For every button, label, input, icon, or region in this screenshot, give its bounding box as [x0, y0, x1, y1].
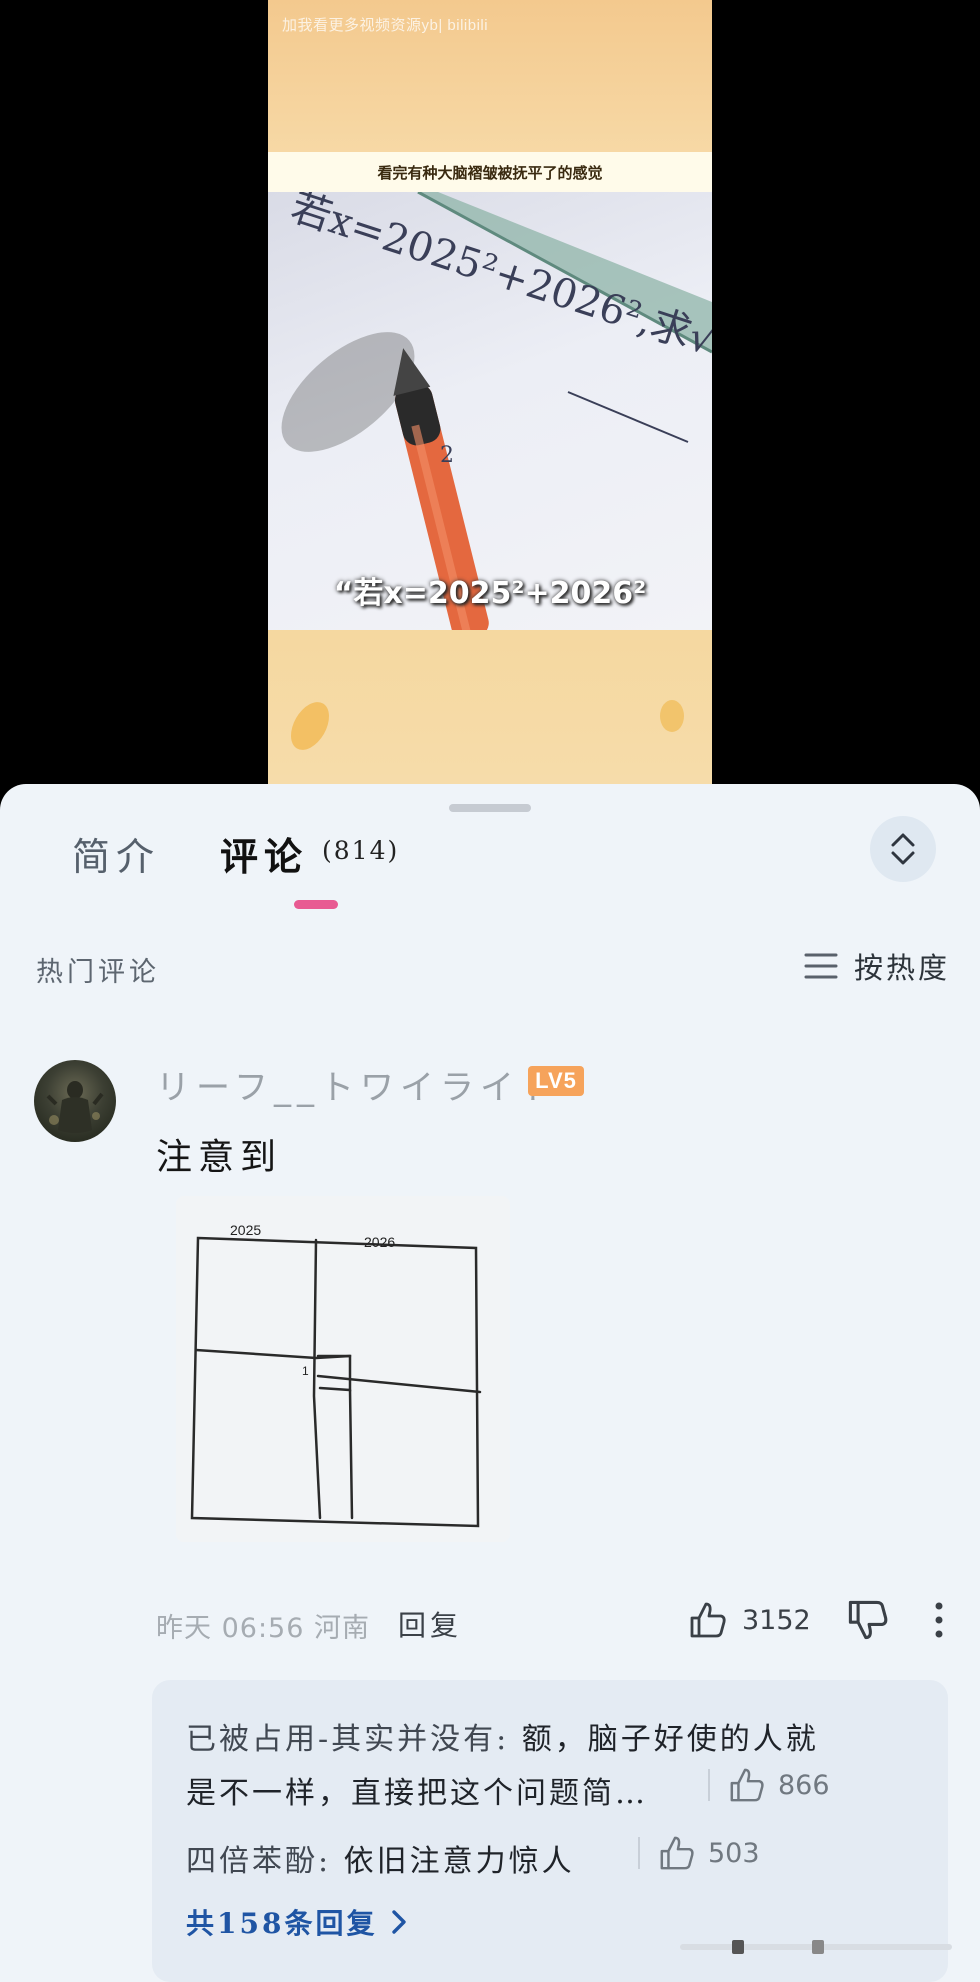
sort-label: 按热度	[854, 951, 951, 985]
tab-active-indicator	[294, 900, 338, 909]
reply-item-2[interactable]: 四倍苯酚: 依旧注意力惊人	[186, 1836, 575, 1880]
reply-item-1-line1[interactable]: 已被占用-其实并没有: 额，脑子好使的人就	[186, 1714, 819, 1758]
collapse-button[interactable]	[870, 816, 936, 882]
replies-preview[interactable]: 已被占用-其实并没有: 额，脑子好使的人就 是不一样，直接把这个问题简… 866…	[152, 1680, 948, 1982]
reply-like-count: 503	[708, 1837, 760, 1869]
comment-text: 注意到	[156, 1137, 283, 1178]
reply-like-button[interactable]: 503	[638, 1834, 760, 1872]
dislike-button[interactable]	[846, 1598, 890, 1642]
video-watermark: 加我看更多视频资源yb| bilibili	[282, 17, 489, 34]
more-options-button[interactable]	[928, 1600, 950, 1640]
like-count: 3152	[742, 1604, 811, 1636]
divider	[708, 1769, 710, 1801]
reply-text: 依旧注意力惊人	[331, 1844, 575, 1879]
sketch-label-2025: 2025	[230, 1222, 262, 1238]
view-all-replies-link[interactable]: 共158条回复	[186, 1902, 407, 1942]
home-indicator	[680, 1940, 952, 1954]
menu-lines-icon	[804, 953, 838, 979]
video-caption-top: 看完有种大脑褶皱被抚平了的感觉	[377, 163, 603, 182]
comment-image[interactable]: 2025 2026 1	[176, 1196, 510, 1542]
whiteboard-scene: 若x=2025²+2026²,求√2x-1= 2	[281, 192, 712, 630]
chevron-right-icon	[392, 1910, 407, 1934]
video-caption-banner: 看完有种大脑褶皱被抚平了的感觉	[268, 152, 712, 192]
avatar-figure	[46, 1081, 104, 1133]
tab-comments-count: (814)	[322, 836, 400, 865]
more-vertical-icon	[935, 1602, 943, 1638]
video-bottom-panel	[268, 630, 712, 784]
reply-author[interactable]: 四倍苯酚:	[186, 1844, 331, 1879]
sketch-label-2026: 2026	[364, 1234, 396, 1250]
square-sketch	[190, 1236, 482, 1528]
level-badge: LV5	[528, 1066, 584, 1096]
reply-like-count: 866	[778, 1769, 830, 1801]
reply-text: 额，脑子好使的人就	[509, 1722, 819, 1757]
divider	[638, 1837, 640, 1869]
thumbs-down-icon	[848, 1600, 888, 1640]
thumbs-up-icon	[690, 1602, 726, 1638]
drag-handle[interactable]	[449, 804, 531, 812]
video-player[interactable]: 加我看更多视频资源yb| bilibili 看完有种大脑褶皱被抚平了的感觉 若x…	[268, 0, 712, 784]
reply-author[interactable]: 已被占用-其实并没有:	[186, 1722, 509, 1757]
hot-comments-label: 热门评论	[36, 957, 160, 988]
thumbs-up-icon	[660, 1836, 694, 1870]
like-button[interactable]: 3152	[688, 1596, 811, 1644]
comment-time-location: 昨天 06:56 河南	[156, 1613, 370, 1644]
sort-button[interactable]: 按热度	[804, 944, 950, 988]
username[interactable]: リーフ__トワイライト	[156, 1060, 560, 1109]
tab-intro[interactable]: 简介	[72, 826, 160, 881]
reply-item-1-line2: 是不一样，直接把这个问题简…	[186, 1776, 648, 1811]
tab-comments[interactable]: 评论	[220, 826, 308, 881]
thumbs-up-icon	[730, 1768, 764, 1802]
svg-text:2: 2	[440, 443, 454, 468]
reply-button[interactable]: 回复	[398, 1604, 462, 1644]
avatar[interactable]	[34, 1060, 116, 1142]
chevron-up-down-icon	[891, 833, 915, 865]
video-whiteboard: 若x=2025²+2026²,求√2x-1= 2	[268, 192, 712, 630]
reply-like-button[interactable]: 866	[708, 1766, 830, 1804]
view-all-replies-label: 共158条回复	[186, 1907, 378, 1940]
leaf-decoration	[291, 700, 684, 750]
video-subtitle: “若x=2025²+2026²	[333, 576, 647, 611]
sketch-label-1: 1	[302, 1364, 309, 1378]
comment-sheet: 简介 评论 (814) 热门评论 按热度 リーフ__トワイライト LV5 注意到	[0, 784, 980, 1982]
